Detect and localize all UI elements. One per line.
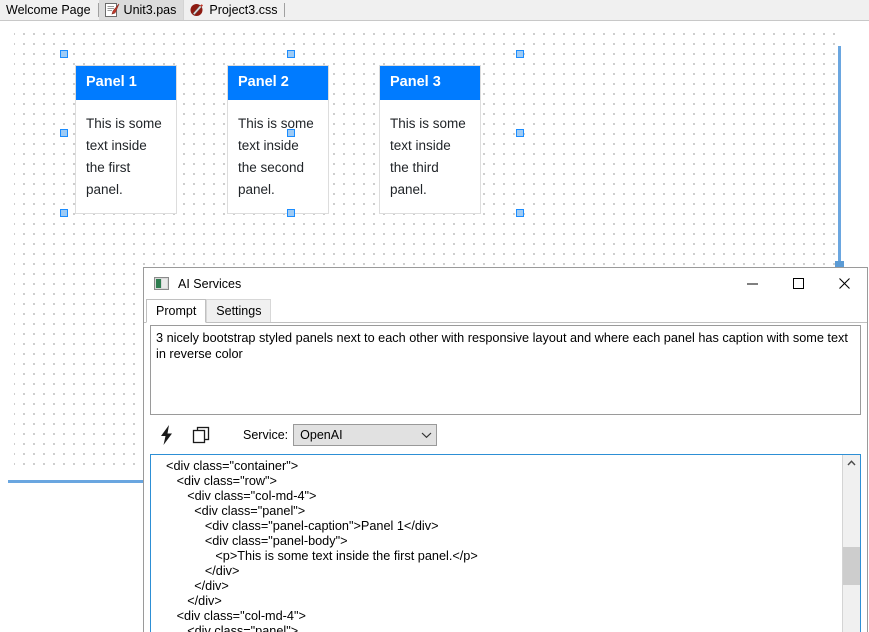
code-scrollbar[interactable] xyxy=(842,455,860,632)
ide-tab-strip: Welcome Page Unit3.pas Project3.css xyxy=(0,0,869,21)
css-file-icon xyxy=(190,3,205,17)
dialog-title: AI Services xyxy=(178,276,242,291)
selection-handle[interactable] xyxy=(287,50,295,58)
vertical-guide-line[interactable] xyxy=(838,46,841,267)
dialog-tab-strip: Prompt Settings xyxy=(144,299,867,323)
ide-tab-project3-css[interactable]: Project3.css xyxy=(184,0,285,20)
design-panel-1[interactable]: Panel 1 This is some text inside the fir… xyxy=(75,65,177,214)
horizontal-guide-line[interactable] xyxy=(8,480,147,483)
panel-body: This is some text inside the third panel… xyxy=(390,115,466,197)
ide-tab-label: Project3.css xyxy=(209,3,278,17)
selection-handle[interactable] xyxy=(516,50,524,58)
selection-handle[interactable] xyxy=(60,209,68,217)
scrollbar-thumb[interactable] xyxy=(843,546,860,585)
dialog-content: 3 nicely bootstrap styled panels next to… xyxy=(144,323,867,632)
selection-handle[interactable] xyxy=(287,129,295,137)
tab-label: Prompt xyxy=(156,304,197,318)
app-window-icon xyxy=(154,276,170,291)
minimize-icon[interactable] xyxy=(729,269,775,299)
ai-services-dialog[interactable]: AI Services Prompt Settings 3 nicely boo… xyxy=(143,267,868,632)
service-selected-value: OpenAI xyxy=(300,427,343,442)
code-output-panel[interactable]: <div class="container"> <div class="row"… xyxy=(150,454,861,632)
selection-handle[interactable] xyxy=(60,129,68,137)
panel-caption: Panel 2 xyxy=(228,66,328,100)
scrollbar-track[interactable] xyxy=(843,472,860,628)
copy-icon[interactable] xyxy=(184,420,218,450)
maximize-icon[interactable] xyxy=(775,269,821,299)
design-panel-3[interactable]: Panel 3 This is some text inside the thi… xyxy=(379,65,481,214)
panel-body: This is some text inside the first panel… xyxy=(86,115,162,197)
ide-tab-unit3-pas[interactable]: Unit3.pas xyxy=(98,0,185,20)
panel-caption: Panel 3 xyxy=(380,66,480,100)
design-panel-2[interactable]: Panel 2 This is some text inside the sec… xyxy=(227,65,329,214)
selection-handle[interactable] xyxy=(60,50,68,58)
panel-body: This is some text inside the second pane… xyxy=(238,115,314,197)
selection-handle[interactable] xyxy=(516,209,524,217)
tab-prompt[interactable]: Prompt xyxy=(146,299,207,323)
selection-handle[interactable] xyxy=(516,129,524,137)
prompt-input[interactable]: 3 nicely bootstrap styled panels next to… xyxy=(150,325,861,415)
service-label: Service: xyxy=(243,427,289,442)
code-output-text[interactable]: <div class="container"> <div class="row"… xyxy=(151,455,842,632)
prompt-toolbar: Service: OpenAI xyxy=(150,415,861,454)
tab-settings[interactable]: Settings xyxy=(206,299,272,322)
ide-tab-label: Welcome Page xyxy=(6,3,91,17)
panel-caption: Panel 1 xyxy=(76,66,176,100)
html-designer-surface[interactable]: Panel 1 This is some text inside the fir… xyxy=(0,21,869,632)
chevron-down-icon xyxy=(416,431,436,439)
chevron-down-icon[interactable] xyxy=(843,628,860,632)
ide-tab-welcome-page[interactable]: Welcome Page xyxy=(0,0,98,20)
dialog-title-bar[interactable]: AI Services xyxy=(144,268,867,299)
pascal-file-icon xyxy=(104,3,120,17)
tab-separator xyxy=(284,3,286,17)
selection-handle[interactable] xyxy=(287,209,295,217)
ide-tab-label: Unit3.pas xyxy=(123,3,177,17)
service-dropdown[interactable]: OpenAI xyxy=(293,423,438,446)
close-icon[interactable] xyxy=(821,269,867,299)
chevron-up-icon[interactable] xyxy=(843,455,860,472)
lightning-bolt-icon[interactable] xyxy=(150,420,184,450)
tab-label: Settings xyxy=(216,304,262,318)
